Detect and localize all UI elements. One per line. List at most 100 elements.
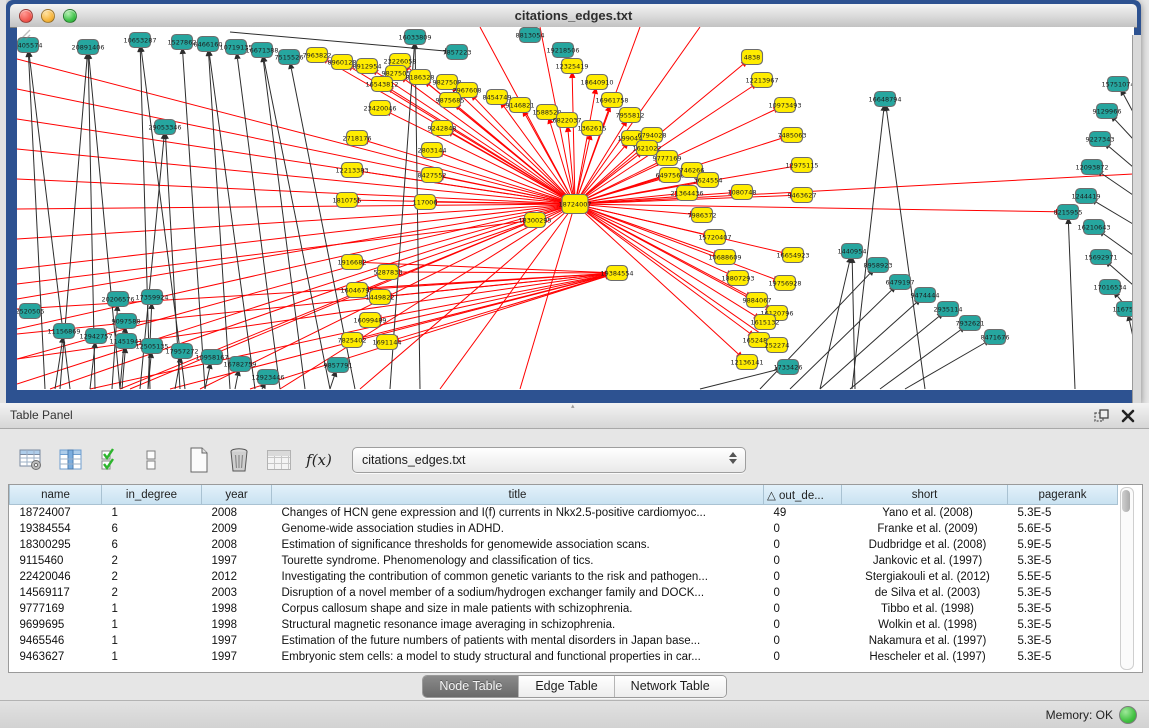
graph-node[interactable]: 9227343	[1086, 132, 1115, 147]
graph-node[interactable]: 9875685	[436, 93, 465, 108]
graph-node[interactable]: 1527862	[168, 35, 197, 50]
graph-node[interactable]: 12213383	[335, 163, 368, 178]
graph-node[interactable]: 8215955	[1054, 205, 1083, 220]
zoom-window-button[interactable]	[63, 9, 77, 23]
graph-node[interactable]: 5287833	[374, 265, 403, 280]
graph-node[interactable]: 1449822	[366, 290, 395, 305]
tab-node-table[interactable]: Node Table	[423, 676, 519, 697]
column-header-out_de[interactable]: △ out_de...	[764, 485, 842, 505]
graph-node[interactable]: 9129966	[1093, 104, 1122, 119]
graph-node[interactable]: 8427552	[418, 168, 447, 183]
graph-node[interactable]: 19756928	[768, 276, 801, 291]
tab-edge-table[interactable]: Edge Table	[519, 676, 614, 697]
graph-node[interactable]: 16654923	[776, 248, 809, 263]
graph-node[interactable]: 8186328	[406, 70, 435, 85]
graph-node[interactable]: 9242848	[428, 121, 457, 136]
graph-node[interactable]: 4838	[742, 50, 763, 65]
graph-node[interactable]: 8471676	[981, 330, 1010, 345]
graph-node[interactable]: 15720407	[698, 230, 731, 245]
graph-node[interactable]: 9884067	[743, 293, 772, 308]
graph-node[interactable]: 7986372	[688, 208, 717, 223]
graph-node[interactable]: 10688609	[708, 250, 741, 265]
table-row[interactable]: 1456911722003Disruption of a novel membe…	[10, 585, 1118, 601]
graph-node[interactable]: 1440954	[838, 244, 867, 259]
new-table-icon[interactable]	[186, 447, 212, 473]
column-header-short[interactable]: short	[842, 485, 1008, 505]
graph-node[interactable]: 6479197	[886, 275, 915, 290]
minimize-window-button[interactable]	[41, 9, 55, 23]
table-panel-header[interactable]: ▴ Table Panel	[0, 403, 1149, 429]
graph-node[interactable]: 9146821	[506, 98, 535, 113]
graph-node[interactable]: 1080748	[728, 185, 757, 200]
float-panel-icon[interactable]	[1093, 407, 1111, 425]
graph-node[interactable]: 9097588	[112, 314, 141, 329]
column-header-name[interactable]: name	[10, 485, 102, 505]
graph-node[interactable]: 12136141	[730, 355, 763, 370]
scrollbar-thumb[interactable]	[1122, 490, 1130, 512]
table-selector-dropdown[interactable]: citations_edges.txt	[352, 447, 746, 473]
graph-node[interactable]: 1167533	[1113, 302, 1134, 317]
graph-node[interactable]: 12975115	[785, 158, 818, 173]
graph-node[interactable]: 8958923	[864, 258, 893, 273]
graph-node[interactable]: 8912954	[353, 59, 382, 74]
delete-table-icon[interactable]	[226, 447, 252, 473]
unselect-all-icon[interactable]	[138, 447, 164, 473]
graph-node[interactable]: 9857791	[324, 358, 353, 373]
graph-node[interactable]: 3624554	[694, 173, 723, 188]
graph-node[interactable]: 1733426	[774, 360, 803, 375]
graph-node[interactable]: 12093872	[1075, 160, 1108, 175]
graph-node[interactable]: 20891406	[71, 40, 104, 55]
graph-node[interactable]: 12213967	[745, 73, 778, 88]
tab-network-table[interactable]: Network Table	[615, 676, 726, 697]
graph-node[interactable]: 12325419	[555, 59, 588, 74]
column-header-pagerank[interactable]: pagerank	[1008, 485, 1118, 505]
table-row[interactable]: 946554611997Estimation of the future num…	[10, 633, 1118, 649]
graph-node[interactable]: 7485063	[778, 128, 807, 143]
network-canvas[interactable]: 1872400724055742089140610653287152786264…	[17, 27, 1134, 390]
graph-node[interactable]: 7825402	[338, 333, 367, 348]
graph-node[interactable]: 17359924	[135, 290, 168, 305]
table-scrollbar[interactable]	[1120, 487, 1134, 670]
graph-node[interactable]: 1362615	[578, 121, 607, 136]
graph-node[interactable]: 2935114	[934, 302, 963, 317]
graph-node[interactable]: 1916682	[338, 255, 367, 270]
graph-node[interactable]: 6466160	[194, 37, 223, 52]
graph-node[interactable]: 17016534	[1093, 280, 1126, 295]
column-header-year[interactable]: year	[202, 485, 272, 505]
graph-node[interactable]: 1615132	[751, 315, 780, 330]
graph-node[interactable]: 1691144	[373, 335, 402, 350]
graph-node[interactable]: 15692971	[1084, 250, 1117, 265]
graph-node[interactable]: 7932621	[956, 316, 985, 331]
graph-node[interactable]: 12942757	[79, 329, 112, 344]
graph-node[interactable]: 16648794	[868, 92, 901, 107]
graph-node[interactable]: 16961758	[595, 93, 628, 108]
graph-node[interactable]: 18640910	[580, 75, 613, 90]
graph-node[interactable]: 8813054	[516, 28, 545, 43]
graph-node[interactable]: 15751074	[1101, 77, 1134, 92]
table-row[interactable]: 1872400712008Changes of HCN gene express…	[10, 505, 1118, 522]
table-row[interactable]: 977716911998Corpus callosum shape and si…	[10, 601, 1118, 617]
select-all-icon[interactable]	[98, 447, 124, 473]
graph-node[interactable]: 252274	[765, 338, 790, 353]
table-settings-icon[interactable]	[18, 447, 44, 473]
table-row[interactable]: 2242004622012Investigating the contribut…	[10, 569, 1118, 585]
function-builder-button[interactable]: f(x)	[306, 447, 332, 473]
table-row[interactable]: 946362711997Embryonic stem cells: a mode…	[10, 649, 1118, 665]
table-row[interactable]: 1830029562008Estimation of significance …	[10, 537, 1118, 553]
graph-node[interactable]: 9463627	[788, 188, 817, 203]
graph-node[interactable]: 19218506	[546, 43, 579, 58]
graph-node[interactable]: 18724007	[558, 195, 591, 214]
graph-node[interactable]: 16210643	[1077, 220, 1110, 235]
table-row[interactable]: 1938455462009Genome-wide association stu…	[10, 521, 1118, 537]
graph-node[interactable]: 9777169	[653, 151, 682, 166]
graph-node[interactable]: 117006	[413, 195, 438, 210]
column-header-in_degree[interactable]: in_degree	[102, 485, 202, 505]
graph-node[interactable]: 2520505	[17, 304, 44, 319]
table-row[interactable]: 911546021997Tourette syndrome. Phenomeno…	[10, 553, 1118, 569]
graph-node[interactable]: 17957272	[165, 344, 198, 359]
graph-node[interactable]: 9474444	[911, 288, 940, 303]
graph-node[interactable]: 1810755	[333, 193, 362, 208]
table-row[interactable]: 969969511998Structural magnetic resonanc…	[10, 617, 1118, 633]
column-header-title[interactable]: title	[272, 485, 764, 505]
graph-node[interactable]: 7857223	[443, 45, 472, 60]
